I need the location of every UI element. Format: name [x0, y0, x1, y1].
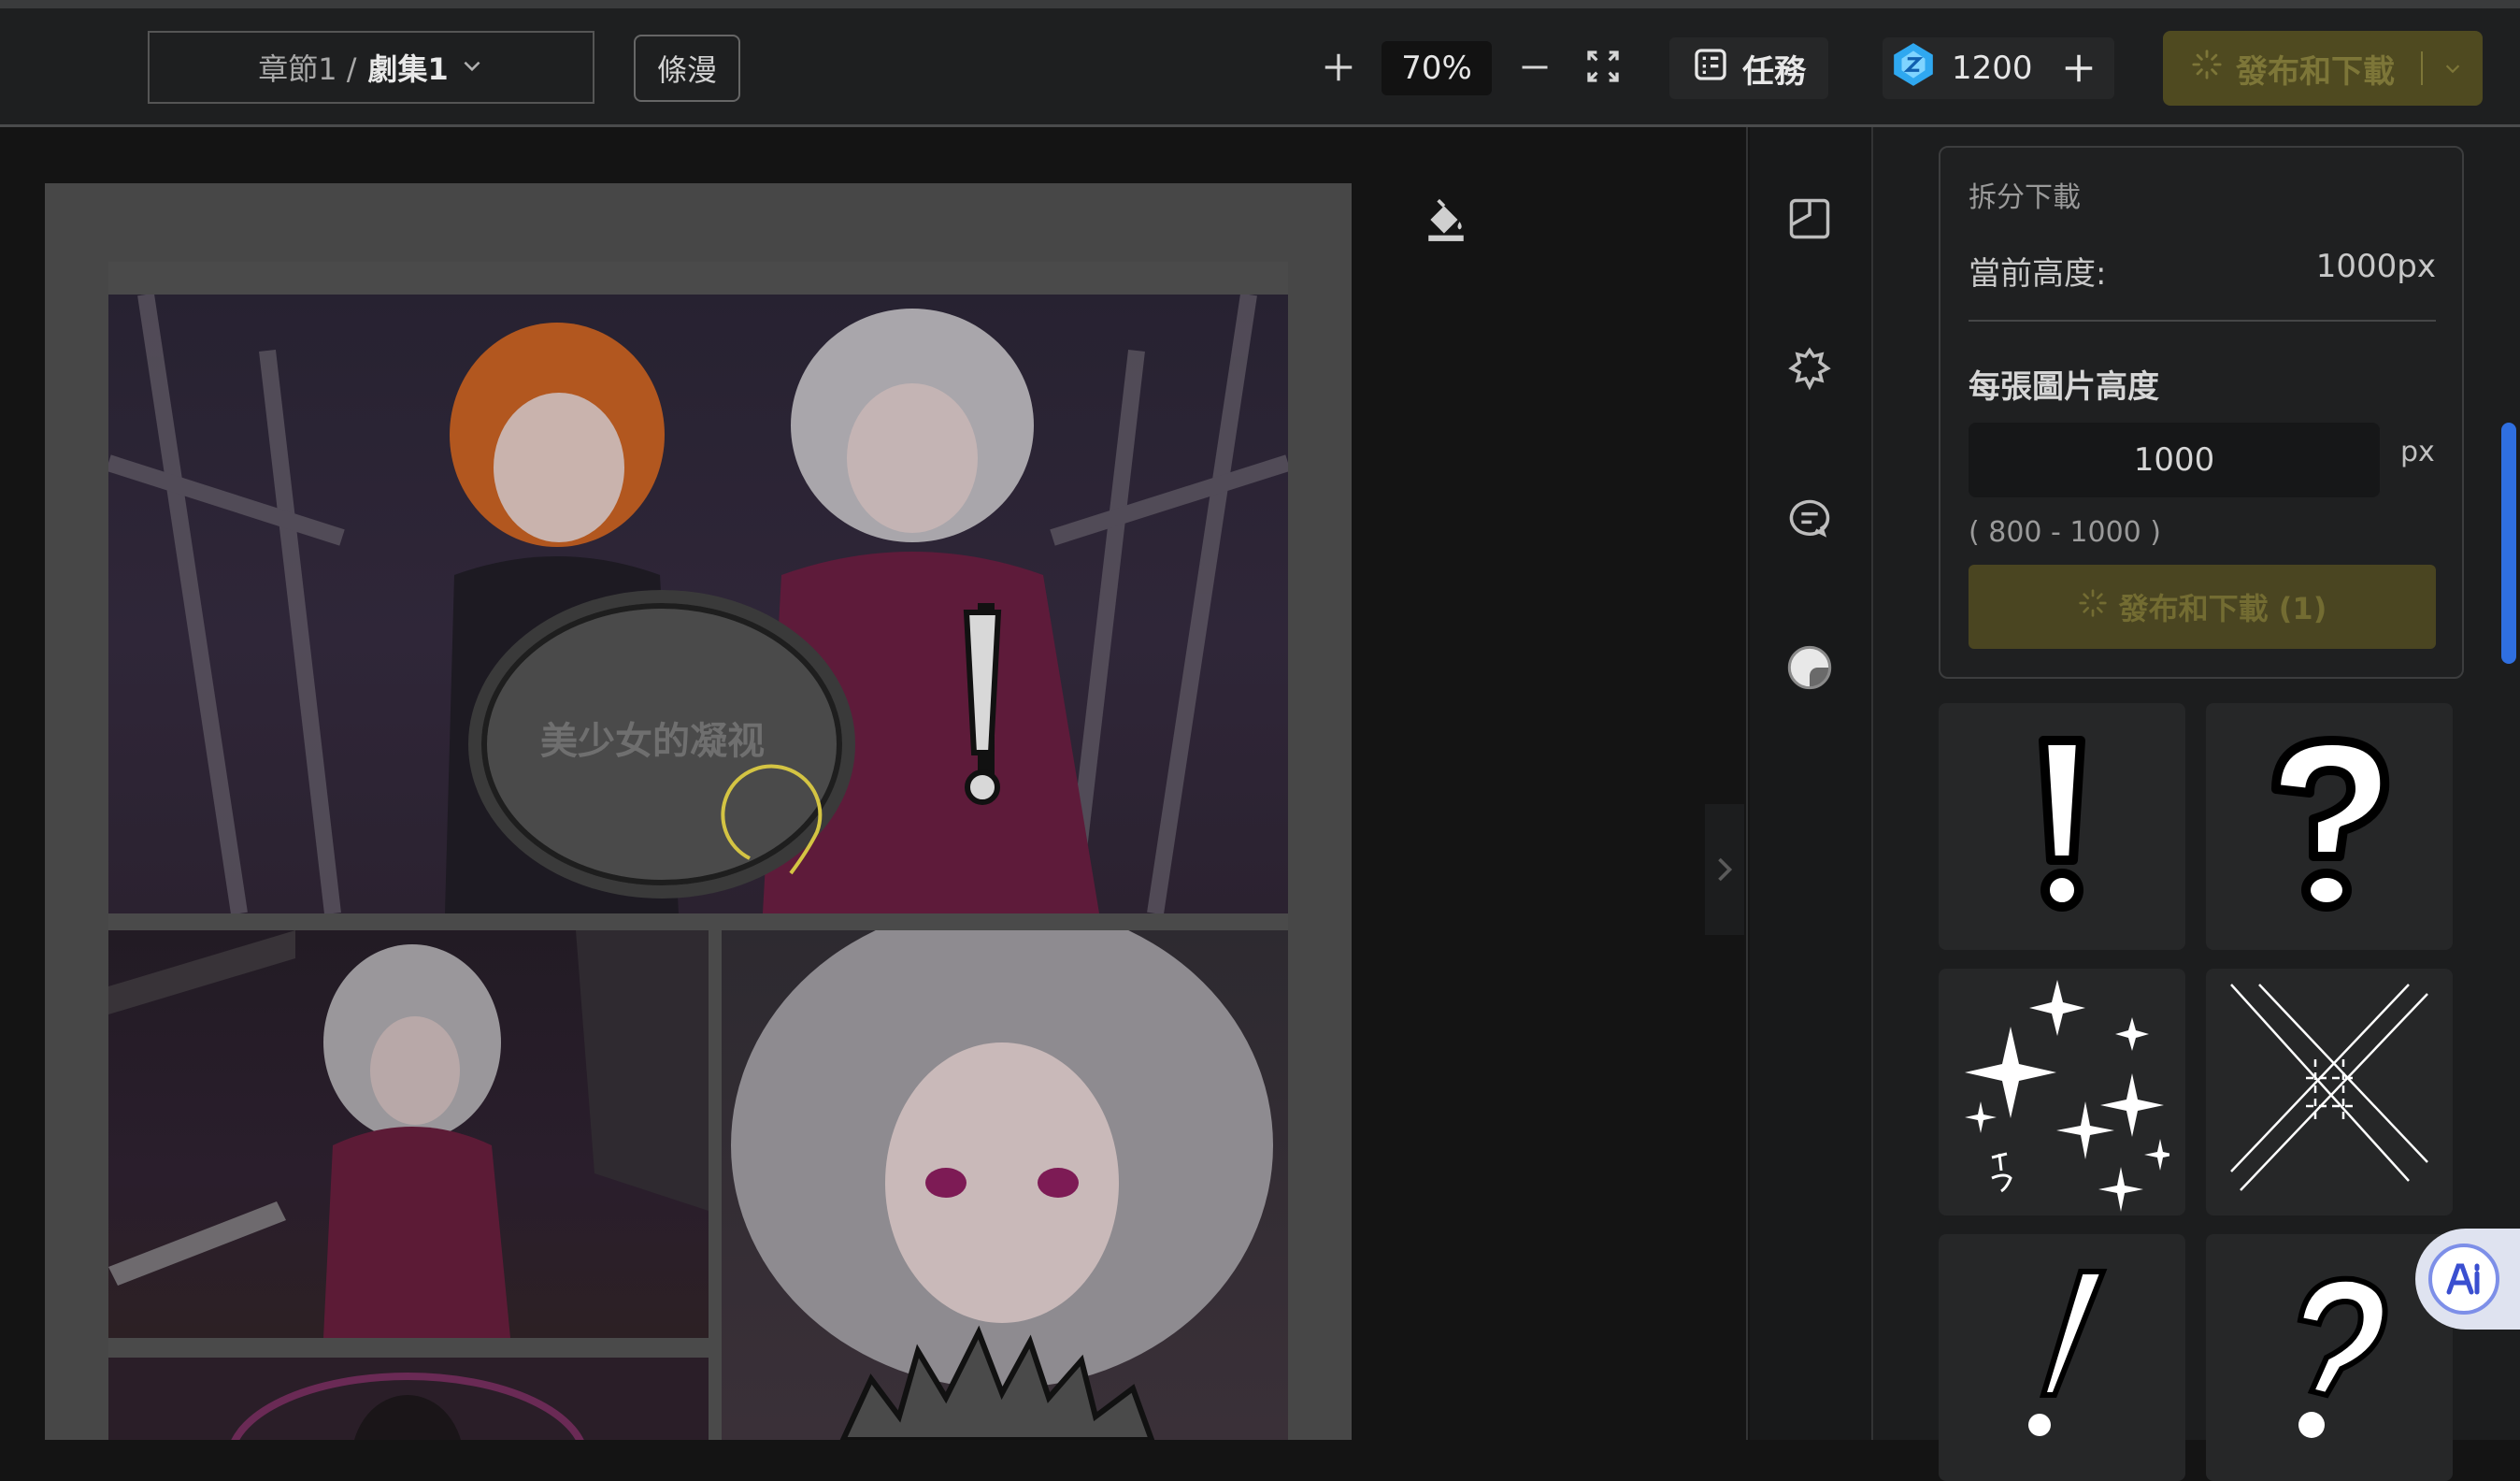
height-unit: px — [2400, 436, 2435, 468]
zoom-out-icon[interactable] — [1512, 45, 1557, 90]
height-range-hint: ( 800 - 1000 ) — [1969, 516, 2161, 549]
speech-bubble-text[interactable]: 美少女的凝视 — [540, 711, 765, 765]
card-divider — [1969, 320, 2436, 322]
sticker-exclamation-thin[interactable] — [1939, 1234, 2185, 1481]
comic-panel-4[interactable] — [108, 1358, 709, 1440]
chapter-label: 章節1 / — [258, 51, 357, 87]
sticker-sparkles[interactable] — [1939, 969, 2185, 1215]
tasks-icon — [1692, 46, 1729, 92]
split-download-title: 拆分下載 — [1969, 181, 2081, 214]
current-height-label: 當前高度: — [1969, 255, 2107, 293]
comic-panel-3[interactable] — [722, 930, 1288, 1440]
panel-2-artwork — [108, 930, 709, 1338]
image-height-label: 每張圖片高度 — [1969, 368, 2159, 406]
panel-3-artwork — [731, 930, 1273, 1440]
gem-icon — [1890, 41, 1937, 96]
current-height-value: 1000px — [2315, 248, 2436, 285]
ai-assistant-icon[interactable] — [2412, 1225, 2520, 1333]
panel-4-artwork — [231, 1373, 584, 1440]
chapter-episode-selector[interactable]: 章節1 / 劇集1 — [148, 31, 594, 104]
collapse-arrow-icon[interactable] — [1705, 804, 1744, 935]
burst-bubble-icon[interactable] — [1785, 344, 1834, 396]
tool-sidebar — [1750, 127, 1871, 1440]
credits-value: 1200 — [1952, 50, 2033, 87]
loading-spinner-icon — [2191, 49, 2223, 89]
fullscreen-icon[interactable] — [1580, 43, 1626, 90]
publish-download-label: 發布和下載 — [2236, 52, 2395, 91]
add-credits-icon[interactable] — [2061, 50, 2097, 86]
credits-balance: 1200 — [1883, 37, 2114, 99]
canvas-divider — [1746, 127, 1748, 1440]
publish-download-button[interactable]: 發布和下載 — [2163, 31, 2483, 106]
image-height-input[interactable] — [1969, 423, 2380, 497]
sticker-speed-lines[interactable] — [2206, 969, 2453, 1215]
sticker-exclamation[interactable] — [1939, 703, 2185, 950]
publish-options-chevron-icon[interactable] — [2423, 58, 2483, 79]
comic-mode-button[interactable]: 條漫 — [634, 35, 740, 102]
split-publish-label: 發布和下載 (1) — [2118, 591, 2327, 626]
zoom-in-icon[interactable] — [1316, 45, 1361, 90]
paint-bucket-icon[interactable] — [1423, 196, 1469, 247]
comic-panel-2[interactable] — [108, 930, 709, 1338]
tasks-label: 任務 — [1742, 52, 1806, 91]
zoom-level[interactable]: 70% — [1382, 41, 1492, 95]
chevron-down-icon — [460, 50, 484, 85]
sticker-question[interactable] — [2206, 703, 2453, 950]
split-publish-button[interactable]: 發布和下載 (1) — [1969, 565, 2436, 649]
sticker-icon[interactable] — [1785, 643, 1834, 696]
panel-scrollbar-thumb[interactable] — [2501, 423, 2516, 664]
episode-label: 劇集1 — [367, 51, 449, 87]
window-strip — [0, 0, 2520, 8]
panel-layout-icon[interactable] — [1785, 194, 1834, 247]
tasks-button[interactable]: 任務 — [1669, 37, 1828, 99]
loading-spinner-icon — [2078, 588, 2108, 625]
chat-bubble-icon[interactable] — [1785, 494, 1834, 546]
